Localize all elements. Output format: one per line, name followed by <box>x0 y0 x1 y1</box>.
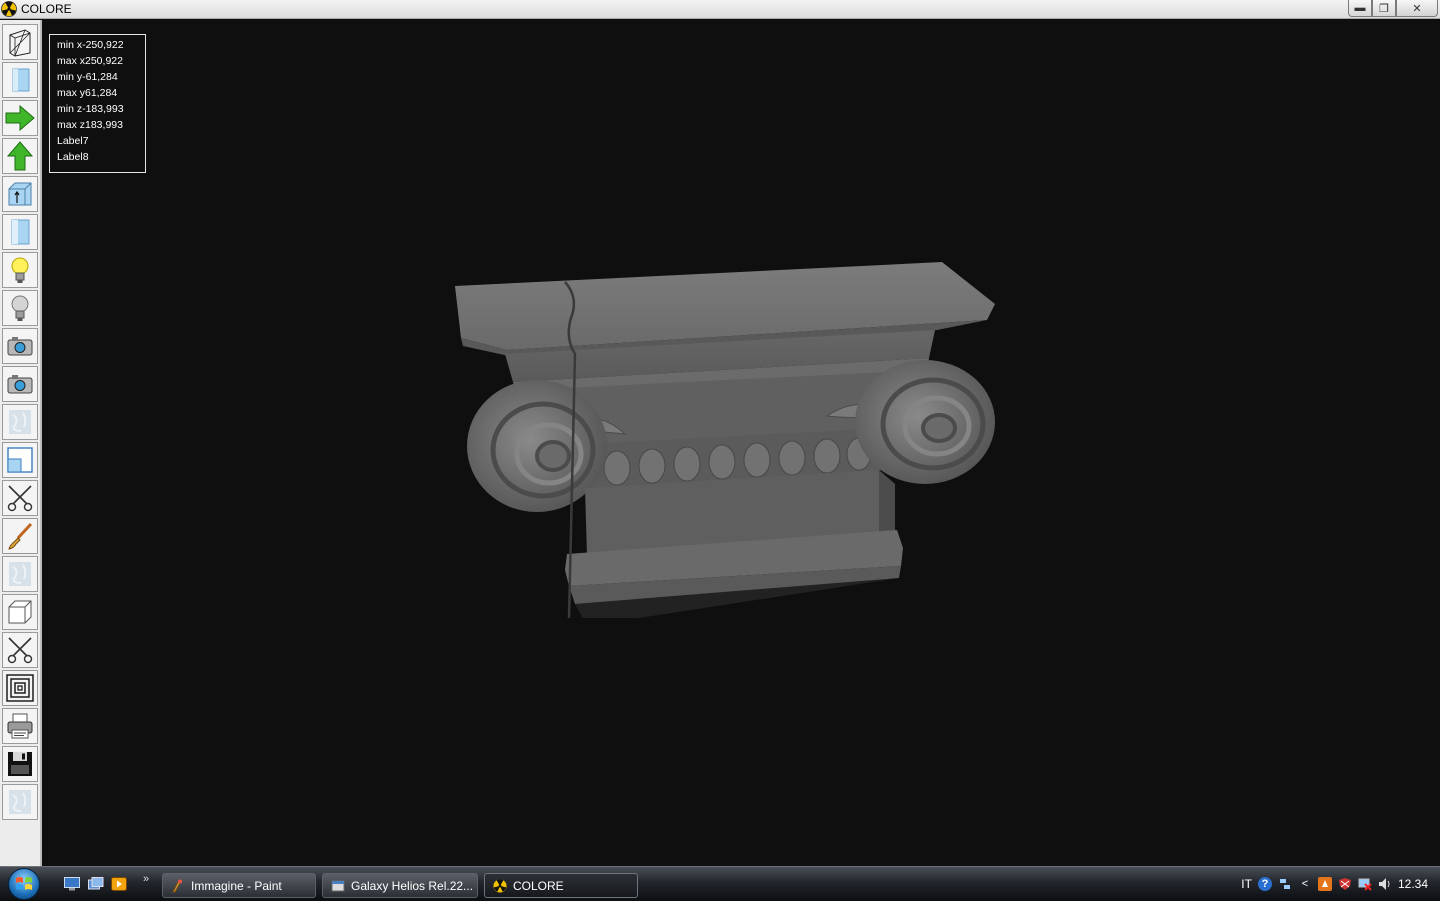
tool-cube[interactable] <box>2 594 38 630</box>
max-x-label: max x250,922 <box>57 55 123 67</box>
network-disconnected-icon[interactable] <box>1358 877 1372 891</box>
window-controls: ▬ ❐ ✕ <box>1348 0 1438 17</box>
tool-camera-alt[interactable] <box>2 366 38 402</box>
title-bar: COLORE ▬ ❐ ✕ <box>0 0 1440 19</box>
windows-logo-icon <box>16 877 32 890</box>
tool-scissors-alt[interactable] <box>2 632 38 668</box>
camera-alt-icon <box>7 375 33 394</box>
window-title: COLORE <box>21 2 72 16</box>
tool-camera[interactable] <box>2 328 38 364</box>
left-toolbar <box>0 20 42 866</box>
paint-icon <box>172 879 182 892</box>
min-y-label: min y-61,284 <box>57 71 118 83</box>
tool-light-on[interactable] <box>2 252 38 288</box>
app-tray-icon[interactable] <box>1317 877 1332 891</box>
clock[interactable]: 12.34 <box>1398 877 1428 891</box>
taskbar: » Immagine - Paint Galaxy Helios Rel.22.… <box>0 866 1440 900</box>
tool-printer[interactable] <box>2 708 38 744</box>
tool-arrow-up[interactable] <box>2 138 38 174</box>
tool-save[interactable] <box>2 746 38 782</box>
tool-texture-alt[interactable] <box>2 556 38 592</box>
bounds-info-panel: min x-250,922 max x250,922 min y-61,284 … <box>49 34 146 173</box>
texture-alt-icon <box>9 562 31 586</box>
window-split-icon <box>7 447 33 473</box>
help-icon[interactable]: ? <box>1257 877 1272 891</box>
cube-icon <box>8 600 32 624</box>
label8: Label8 <box>57 151 89 163</box>
tool-front-view[interactable] <box>2 62 38 98</box>
minimize-button[interactable]: ▬ <box>1348 0 1372 17</box>
min-x-label: min x-250,922 <box>57 39 124 51</box>
tool-concentric-squares[interactable] <box>2 670 38 706</box>
paint-brush-icon <box>8 522 33 550</box>
arrow-up-icon <box>6 141 34 171</box>
task-label: Galaxy Helios Rel.22... <box>351 878 474 893</box>
show-desktop-icon[interactable] <box>64 877 80 891</box>
restore-button[interactable]: ❐ <box>1372 0 1396 17</box>
close-button[interactable]: ✕ <box>1396 0 1438 17</box>
tool-wireframe-view[interactable] <box>2 24 38 60</box>
concentric-squares-icon <box>6 674 34 702</box>
tool-side-view[interactable] <box>2 214 38 250</box>
security-shield-icon[interactable] <box>1338 877 1352 891</box>
media-player-icon[interactable] <box>111 877 127 891</box>
min-z-label: min z-183,993 <box>57 103 124 115</box>
task-label: Immagine - Paint <box>191 878 282 893</box>
language-indicator[interactable]: IT <box>1241 877 1252 891</box>
volume-icon[interactable] <box>1378 877 1392 891</box>
scissors-icon <box>7 485 33 512</box>
axis-view-icon <box>8 182 32 206</box>
tool-scissors[interactable] <box>2 480 38 516</box>
wireframe-view-icon <box>9 29 31 57</box>
radiation-icon <box>493 878 507 893</box>
texture-icon <box>9 410 31 434</box>
arrow-right-icon <box>5 104 35 132</box>
system-tray: IT ? < 12.34 <box>1241 867 1440 901</box>
printer-icon <box>7 713 33 739</box>
max-z-label: max z183,993 <box>57 119 123 131</box>
tool-light-off[interactable] <box>2 290 38 326</box>
side-view-icon <box>11 219 30 245</box>
show-hidden-icons-button[interactable]: < <box>1298 877 1312 891</box>
task-paint[interactable]: Immagine - Paint <box>162 873 316 898</box>
camera-icon <box>7 337 33 356</box>
light-on-icon <box>11 257 29 283</box>
light-off-icon <box>11 295 29 321</box>
front-view-icon <box>12 68 30 92</box>
texture-disabled-icon <box>9 790 31 814</box>
label7: Label7 <box>57 135 89 147</box>
tool-arrow-right[interactable] <box>2 100 38 136</box>
scissors-alt-icon <box>7 637 33 664</box>
save-floppy-icon <box>8 752 32 776</box>
task-label: COLORE <box>513 878 564 893</box>
quicklaunch-more-button[interactable]: » <box>143 873 149 885</box>
switch-windows-icon[interactable] <box>88 877 104 891</box>
tool-texture[interactable] <box>2 404 38 440</box>
task-colore[interactable]: COLORE <box>484 873 638 898</box>
3d-viewport[interactable]: min x-250,922 max x250,922 min y-61,284 … <box>42 20 1440 866</box>
task-galaxy-helios[interactable]: Galaxy Helios Rel.22... <box>322 873 478 898</box>
tool-texture-disabled[interactable] <box>2 784 38 820</box>
tool-window-split[interactable] <box>2 442 38 478</box>
tool-paint-brush[interactable] <box>2 518 38 554</box>
galaxy-icon <box>331 880 345 891</box>
radiation-icon <box>1 1 17 17</box>
max-y-label: max y61,284 <box>57 87 118 99</box>
network-icon[interactable] <box>1278 877 1292 891</box>
tool-axis-view[interactable] <box>2 176 38 212</box>
ionic-capital-model[interactable] <box>447 238 1007 618</box>
start-button[interactable] <box>8 868 40 900</box>
